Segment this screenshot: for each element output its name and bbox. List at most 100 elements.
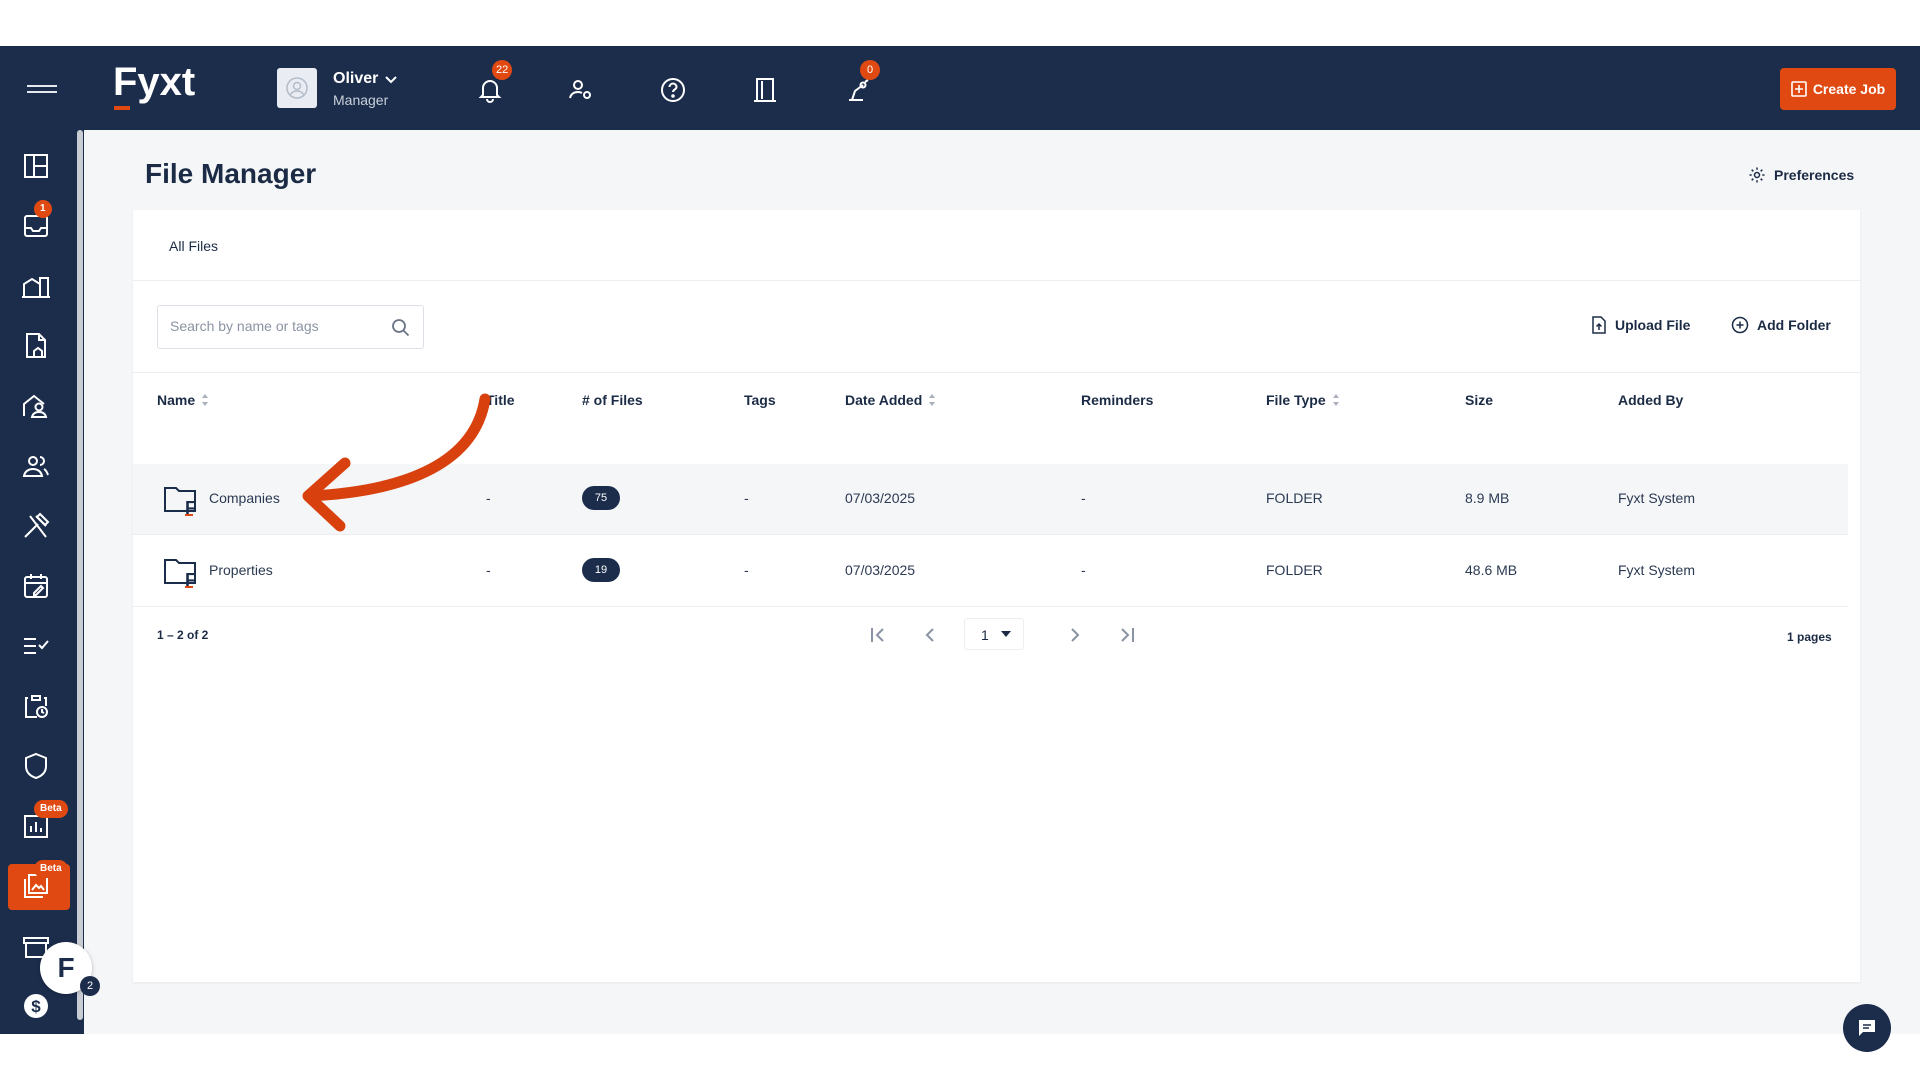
file-tags: - [744,490,749,506]
top-bar: Fyxt Oliver Manager 22 0 Create Job [0,46,1920,130]
tasks-icon[interactable] [20,630,52,662]
file-type: FOLDER [1266,562,1323,578]
file-title: - [486,562,491,578]
upload-file-icon [1592,316,1606,334]
sort-icon[interactable] [928,393,936,407]
plus-square-icon [1791,81,1807,97]
create-job-label: Create Job [1812,81,1886,97]
calendar-icon[interactable] [20,570,52,602]
inbox-badge: 1 [34,200,52,218]
create-job-button[interactable]: Create Job [1780,68,1896,110]
file-name[interactable]: Properties [209,562,273,578]
search-box[interactable] [157,305,424,349]
pagination-range: 1 – 2 of 2 [157,628,209,642]
file-tags: - [744,562,749,578]
file-date: 07/03/2025 [845,490,916,506]
column-label: Date Added [845,392,923,408]
plus-circle-icon [1731,316,1749,334]
table-row[interactable]: F Properties - 19 - 07/03/2025 - FOLDER … [133,536,1848,606]
door-icon[interactable] [751,76,779,104]
files-beta-badge: Beta [34,860,68,878]
column-header-tags: Tags [744,392,776,408]
svg-text:F: F [185,498,196,516]
svg-text:$: $ [31,997,41,1016]
next-page-icon[interactable] [1063,623,1087,647]
bell-icon[interactable] [476,76,504,104]
column-header-name[interactable]: Name [157,392,209,408]
column-header-reminders: Reminders [1081,392,1153,408]
file-reminders: - [1081,490,1086,506]
files-count-badge: 75 [582,486,620,510]
reports-beta-badge: Beta [34,800,68,818]
notifications-badge: 22 [492,60,513,80]
column-label: # of Files [582,392,643,408]
alerts-badge: 0 [860,60,880,80]
breadcrumb[interactable]: All Files [169,238,218,254]
dashboard-icon[interactable] [20,150,52,182]
chevron-down-icon[interactable] [384,74,398,84]
add-folder-label: Add Folder [1757,317,1831,333]
fab-badge: 2 [80,976,100,996]
file-manager-card: All Files Upload File Add Folder Name Ti… [133,210,1860,982]
fab-letter: F [57,952,75,983]
file-added-by: Fyxt System [1618,562,1696,578]
file-type: FOLDER [1266,490,1323,506]
folder-icon: F [164,559,196,588]
help-icon[interactable] [659,76,687,104]
divider [133,280,1860,281]
user-role: Manager [333,92,389,108]
upload-file-label: Upload File [1615,317,1691,333]
sidebar-scrollbar[interactable] [77,130,83,1020]
divider [133,372,1860,373]
column-header-size: Size [1465,392,1493,408]
sort-icon[interactable] [201,393,209,407]
logo-accent [114,106,130,110]
avatar[interactable] [277,68,317,108]
file-size: 8.9 MB [1465,490,1510,506]
page-select[interactable]: 1 [964,618,1024,650]
row-divider [133,606,1848,607]
column-label: Size [1465,392,1494,408]
column-label: Tags [744,392,776,408]
column-header-file-type[interactable]: File Type [1266,392,1340,408]
user-name[interactable]: Oliver [333,70,378,88]
gear-icon [1749,167,1765,183]
files-count-badge: 19 [582,558,620,582]
last-page-icon[interactable] [1115,623,1139,647]
column-label: Added By [1618,392,1684,408]
file-size: 48.6 MB [1465,562,1518,578]
search-input[interactable] [170,318,390,334]
folder-icon: F [164,487,196,516]
tenants-icon[interactable] [20,390,52,422]
shield-icon[interactable] [20,750,52,782]
user-settings-icon[interactable] [567,76,595,104]
column-header-added-by: Added By [1618,392,1683,408]
file-added-by: Fyxt System [1618,490,1696,506]
properties-icon[interactable] [20,270,52,302]
brand-logo[interactable]: Fyxt [113,60,195,105]
chat-icon [1859,1020,1875,1036]
page-title: File Manager [145,158,317,189]
previous-page-icon[interactable] [918,623,942,647]
first-page-icon[interactable] [866,623,890,647]
contacts-icon[interactable] [20,450,52,482]
robot-icon[interactable] [843,76,871,104]
add-folder-button[interactable]: Add Folder [1731,316,1831,334]
file-name[interactable]: Companies [209,490,280,506]
jobs-icon[interactable] [20,510,52,542]
leases-icon[interactable] [20,330,52,362]
search-icon[interactable] [391,318,411,338]
preferences-button[interactable]: Preferences [1748,166,1854,184]
schedule-icon[interactable] [20,690,52,722]
app-frame: Fyxt Oliver Manager 22 0 Create Job 1 Be… [0,46,1920,1052]
column-label: File Type [1266,392,1326,408]
billing-icon[interactable]: $ [20,990,52,1022]
annotation-arrow [302,393,491,532]
column-header-date-added[interactable]: Date Added [845,392,936,408]
sort-icon[interactable] [1332,393,1340,407]
chat-button[interactable] [1843,1004,1891,1052]
column-label: Reminders [1081,392,1154,408]
column-header-files: # of Files [582,392,643,408]
upload-file-button[interactable]: Upload File [1591,316,1690,334]
menu-icon[interactable] [27,85,57,97]
